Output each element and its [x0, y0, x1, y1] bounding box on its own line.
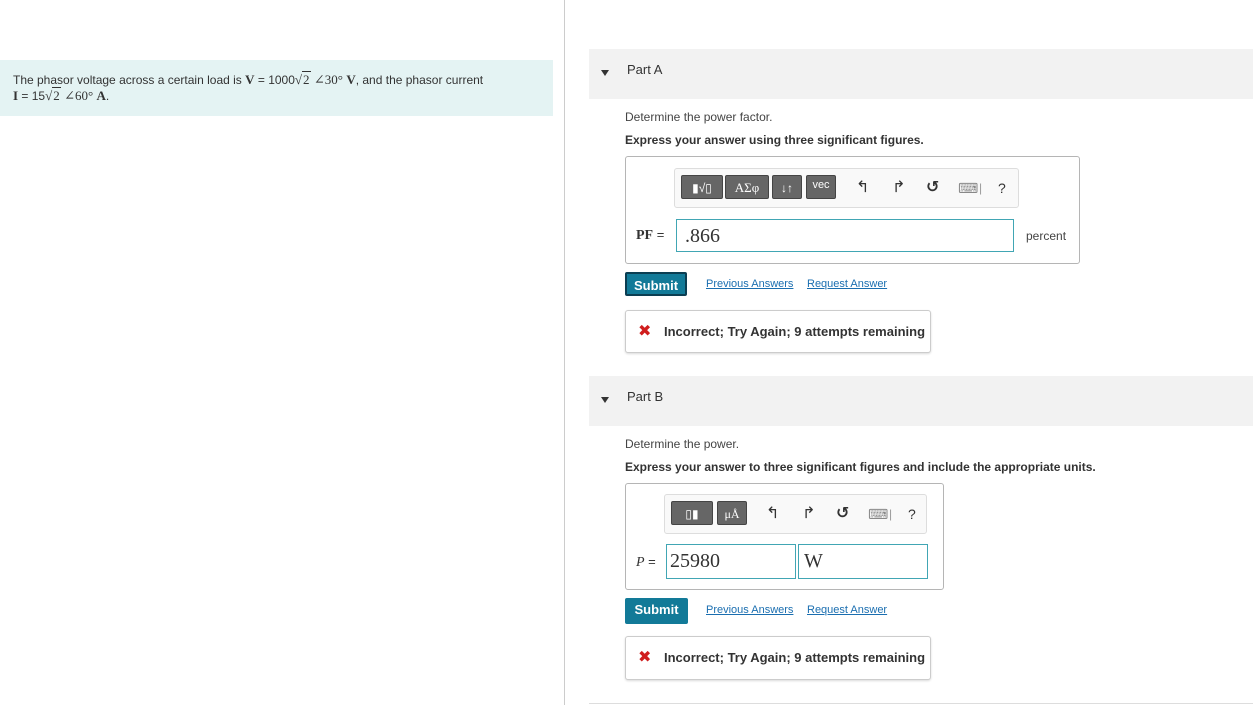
unit-label-percent: percent: [1026, 229, 1067, 243]
part-a-feedback-text: Incorrect; Try Again; 9 attempts remaini…: [664, 324, 926, 339]
vector-button[interactable]: vec: [806, 175, 836, 199]
voltage-symbol: V: [245, 72, 255, 87]
keyboard-icon[interactable]: ⌨: [868, 504, 888, 524]
collapse-triangle-icon[interactable]: [601, 70, 609, 76]
collapse-triangle-icon[interactable]: [601, 397, 609, 403]
pf-label: PF =: [636, 227, 665, 243]
toolbar-separator: |: [889, 507, 893, 521]
part-a-submit-button[interactable]: Submit: [625, 272, 687, 296]
sqrt-2-current: √2: [45, 87, 61, 103]
part-a-math-toolbar: ▮√▯ ΑΣφ ↓↑ vec ↰ ↱ ↺ ⌨ | ?: [674, 168, 1019, 208]
reset-icon[interactable]: ↺: [836, 504, 849, 524]
part-a-feedback: ✖ Incorrect; Try Again; 9 attempts remai…: [625, 310, 931, 353]
toolbar-separator: |: [979, 181, 983, 195]
help-icon[interactable]: ?: [908, 504, 916, 524]
part-a-question: Determine the power factor.: [625, 110, 773, 124]
part-b-answer-box: ▯▮ μÅ ↰ ↱ ↺ ⌨ | ? P = 25980 W: [625, 483, 944, 590]
part-a-previous-answers-link[interactable]: Previous Answers: [706, 278, 793, 290]
problem-line-1: The phasor voltage across a certain load…: [13, 71, 484, 87]
part-b-header[interactable]: Part B: [589, 376, 1253, 426]
reset-icon[interactable]: ↺: [926, 178, 939, 198]
sort-button[interactable]: ↓↑: [772, 175, 802, 199]
problem-statement: The phasor voltage across a certain load…: [0, 60, 553, 116]
part-b-feedback-text: Incorrect; Try Again; 9 attempts remaini…: [664, 650, 926, 665]
incorrect-x-icon: ✖: [638, 323, 652, 340]
redo-icon[interactable]: ↱: [802, 504, 815, 524]
part-b-previous-answers-link[interactable]: Previous Answers: [706, 604, 793, 616]
templates-button[interactable]: ▮√▯: [681, 175, 723, 199]
p-answer-unit-input[interactable]: W: [798, 544, 928, 579]
undo-icon[interactable]: ↰: [856, 178, 869, 198]
problem-line-2: I = 15√2 ∠60° A.: [13, 87, 110, 103]
sqrt-2-voltage: √2: [294, 71, 311, 87]
part-b-request-answer-link[interactable]: Request Answer: [807, 604, 887, 616]
part-b-submit-button[interactable]: Submit: [625, 598, 688, 624]
redo-icon[interactable]: ↱: [892, 178, 905, 198]
part-b-math-toolbar: ▯▮ μÅ ↰ ↱ ↺ ⌨ | ?: [664, 494, 927, 534]
part-a-title: Part A: [627, 62, 663, 77]
units-button[interactable]: μÅ: [717, 501, 747, 525]
column-divider: [564, 0, 565, 705]
incorrect-x-icon: ✖: [638, 649, 652, 666]
part-b-feedback: ✖ Incorrect; Try Again; 9 attempts remai…: [625, 636, 931, 680]
p-label: P =: [636, 554, 656, 570]
part-a-answer-box: ▮√▯ ΑΣφ ↓↑ vec ↰ ↱ ↺ ⌨ | ? PF = .866 per…: [625, 156, 1080, 264]
part-a-instruction: Express your answer using three signific…: [625, 133, 924, 147]
templates-button[interactable]: ▯▮: [671, 501, 713, 525]
bottom-divider: [589, 703, 1253, 704]
help-icon[interactable]: ?: [998, 178, 1006, 198]
part-b-title: Part B: [627, 389, 664, 404]
part-b-instruction: Express your answer to three significant…: [625, 460, 1096, 474]
greek-symbols-button[interactable]: ΑΣφ: [725, 175, 769, 199]
undo-icon[interactable]: ↰: [766, 504, 779, 524]
part-a-request-answer-link[interactable]: Request Answer: [807, 278, 887, 290]
keyboard-icon[interactable]: ⌨: [958, 178, 978, 198]
part-a-header[interactable]: Part A: [589, 49, 1253, 99]
pf-answer-input[interactable]: .866: [676, 219, 1014, 252]
part-b-question: Determine the power.: [625, 437, 740, 451]
p-answer-value-input[interactable]: 25980: [666, 544, 796, 579]
